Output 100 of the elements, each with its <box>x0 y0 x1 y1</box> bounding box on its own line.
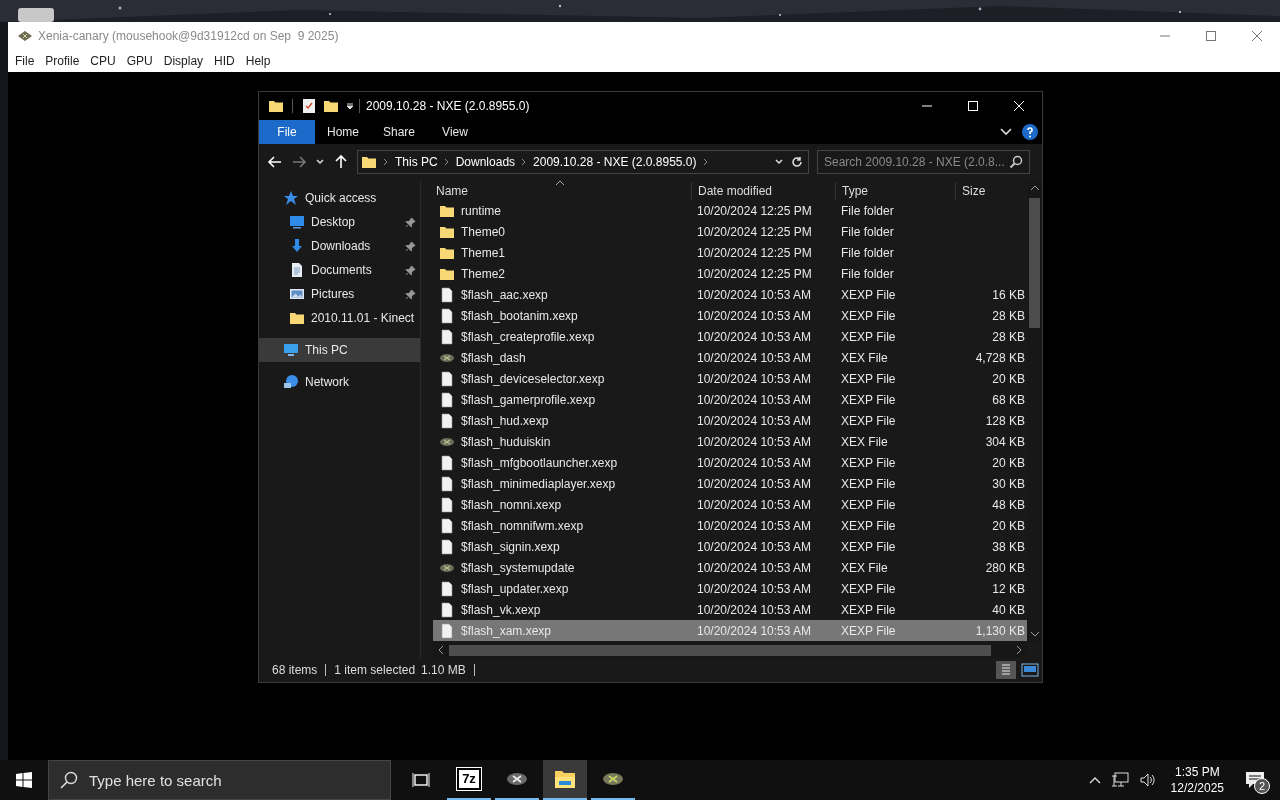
file-row[interactable]: $flash_createprofile.xexp 10/20/2024 10:53 AM XEXP File 28 KB <box>433 326 1027 347</box>
file-name: $flash_createprofile.xexp <box>461 328 595 346</box>
taskbar-app[interactable] <box>543 760 587 800</box>
size-cell-text: 30 KB <box>991 475 1026 493</box>
ribbon-tab[interactable]: View <box>427 120 483 144</box>
date-cell-text: 10/20/2024 10:53 AM <box>696 370 813 388</box>
network-icon[interactable] <box>1110 772 1129 788</box>
size-cell-text: 20 KB <box>991 454 1026 472</box>
folder-icon[interactable] <box>268 98 284 114</box>
menu-item[interactable]: Profile <box>41 52 84 70</box>
file-name: $flash_mfgbootlauncher.xexp <box>461 454 618 472</box>
nav-item[interactable]: Network <box>259 370 420 394</box>
nav-item[interactable]: Documents <box>259 258 420 282</box>
network-icon <box>283 374 299 390</box>
file-row[interactable]: $flash_bootanim.xexp 10/20/2024 10:53 AM XEXP File 28 KB <box>433 305 1027 326</box>
file-name: $flash_dash <box>461 349 526 367</box>
date-cell-text: 10/20/2024 12:25 PM <box>696 202 813 220</box>
taskbar-app[interactable]: 7z <box>447 760 491 800</box>
refresh-icon[interactable] <box>790 155 804 169</box>
properties-icon[interactable] <box>301 98 317 114</box>
file-row[interactable]: $flash_minimediaplayer.xexp 10/20/2024 10:53 AM XEXP File 30 KB <box>433 473 1027 494</box>
file-row[interactable]: $flash_huduiskin 10/20/2024 10:53 AM XEX File 304 KB <box>433 431 1027 452</box>
menu-item[interactable]: File <box>11 52 39 70</box>
show-hidden-icons-icon[interactable] <box>1088 776 1101 784</box>
file-name: Theme0 <box>461 223 506 241</box>
nav-item[interactable]: Pictures <box>259 282 420 306</box>
new-folder-icon[interactable] <box>323 98 339 114</box>
dropdown-icon[interactable] <box>345 101 355 111</box>
column-header[interactable]: Type <box>835 182 955 200</box>
column-header[interactable]: Date modified <box>691 182 835 200</box>
menu-item[interactable]: GPU <box>122 52 157 70</box>
ribbon-tab[interactable]: Share <box>371 120 427 144</box>
file-row[interactable]: $flash_gamerprofile.xexp 10/20/2024 10:53 AM XEXP File 68 KB <box>433 389 1027 410</box>
file-row[interactable]: Theme2 10/20/2024 12:25 PM File folder <box>433 263 1027 284</box>
file-row[interactable]: $flash_nomni.xexp 10/20/2024 10:53 AM XEXP File 48 KB <box>433 494 1027 515</box>
menu-item[interactable]: Display <box>159 52 208 70</box>
file-row[interactable]: $flash_xam.xexp 10/20/2024 10:53 AM XEXP File 1,130 KB <box>433 620 1027 641</box>
address-bar[interactable]: This PC Downloads 2009.10.28 - NXE (2.0.8955.0) <box>357 150 809 174</box>
back-icon[interactable] <box>267 154 283 170</box>
file-row[interactable]: $flash_vk.xexp 10/20/2024 10:53 AM XEXP File 40 KB <box>433 599 1027 620</box>
date-cell-text: 10/20/2024 10:53 AM <box>696 538 813 556</box>
nav-item[interactable]: Quick access <box>259 186 420 210</box>
forward-icon[interactable] <box>291 154 307 170</box>
file-icon <box>439 496 455 513</box>
breadcrumb-item[interactable]: 2009.10.28 - NXE (2.0.8955.0) <box>533 153 697 171</box>
dropdown-icon[interactable] <box>774 157 784 167</box>
file-icon <box>439 412 455 429</box>
type-cell-text: XEXP File <box>840 517 897 535</box>
nav-item[interactable]: Downloads <box>259 234 420 258</box>
file-name: $flash_nomnifwm.xexp <box>461 517 584 535</box>
breadcrumb-item[interactable]: Downloads <box>455 153 516 171</box>
file-row[interactable]: $flash_hud.xexp 10/20/2024 10:53 AM XEXP File 128 KB <box>433 410 1027 431</box>
type-cell-text: XEXP File <box>840 496 897 514</box>
up-icon[interactable] <box>333 154 349 170</box>
file-row[interactable]: $flash_signin.xexp 10/20/2024 10:53 AM XEXP File 38 KB <box>433 536 1027 557</box>
file-row[interactable]: $flash_deviceselector.xexp 10/20/2024 10:53 AM XEXP File 20 KB <box>433 368 1027 389</box>
taskbar-search-field[interactable]: Type here to search <box>48 760 391 800</box>
scroll-left-icon[interactable] <box>437 645 445 655</box>
large-icons-view-icon[interactable] <box>1020 661 1040 679</box>
file-icon <box>439 370 455 387</box>
nav-item[interactable]: Desktop <box>259 210 420 234</box>
date-cell-text: 10/20/2024 10:53 AM <box>696 391 813 409</box>
windows-logo-icon <box>16 772 32 788</box>
notifications-button[interactable]: 2 <box>1238 760 1272 800</box>
expand-ribbon-icon[interactable] <box>1000 128 1012 136</box>
ribbon-tab[interactable]: File <box>259 120 315 144</box>
document-icon <box>289 262 305 278</box>
file-row[interactable]: $flash_dash 10/20/2024 10:53 AM XEX File 4,728 KB <box>433 347 1027 368</box>
details-view-icon[interactable] <box>996 661 1016 679</box>
menu-item[interactable]: HID <box>210 52 239 70</box>
file-row[interactable]: runtime 10/20/2024 12:25 PM File folder <box>433 200 1027 221</box>
clock[interactable]: 1:35 PM 12/2/2025 <box>1166 764 1228 796</box>
file-row[interactable]: Theme1 10/20/2024 12:25 PM File folder <box>433 242 1027 263</box>
scroll-up-icon[interactable] <box>1029 184 1040 192</box>
recent-locations-icon[interactable] <box>315 157 325 167</box>
file-row[interactable]: $flash_mfgbootlauncher.xexp 10/20/2024 10:53 AM XEXP File 20 KB <box>433 452 1027 473</box>
file-row[interactable]: Theme0 10/20/2024 12:25 PM File folder <box>433 221 1027 242</box>
scrollbar-thumb[interactable] <box>1029 198 1040 328</box>
volume-icon[interactable] <box>1138 772 1157 788</box>
menu-item[interactable]: CPU <box>86 52 120 70</box>
date-cell-text: 10/20/2024 10:53 AM <box>696 475 813 493</box>
type-cell-text: XEX File <box>840 559 889 577</box>
status-text: 68 items <box>272 662 318 679</box>
file-row[interactable]: $flash_nomnifwm.xexp 10/20/2024 10:53 AM XEXP File 20 KB <box>433 515 1027 536</box>
file-row[interactable]: $flash_aac.xexp 10/20/2024 10:53 AM XEXP File 16 KB <box>433 284 1027 305</box>
nav-item[interactable]: This PC <box>259 338 420 362</box>
file-row[interactable]: $flash_systemupdate 10/20/2024 10:53 AM XEX File 280 KB <box>433 557 1027 578</box>
scrollbar-thumb[interactable] <box>449 644 991 656</box>
breadcrumb-item[interactable]: This PC <box>395 153 438 171</box>
search-field[interactable]: Search 2009.10.28 - NXE (2.0.8... <box>817 150 1030 174</box>
scroll-down-icon[interactable] <box>1029 630 1040 638</box>
nav-item[interactable]: 2010.11.01 - Kinect <box>259 306 420 330</box>
menu-item[interactable]: Help <box>241 52 275 70</box>
help-icon[interactable] <box>1022 124 1038 140</box>
ribbon-tab[interactable]: Home <box>315 120 371 144</box>
app-icon <box>18 31 32 41</box>
column-header[interactable]: Name <box>433 182 691 200</box>
size-cell-text: 12 KB <box>991 580 1026 598</box>
scroll-right-icon[interactable] <box>1015 645 1023 655</box>
file-row[interactable]: $flash_updater.xexp 10/20/2024 10:53 AM XEXP File 12 KB <box>433 578 1027 599</box>
